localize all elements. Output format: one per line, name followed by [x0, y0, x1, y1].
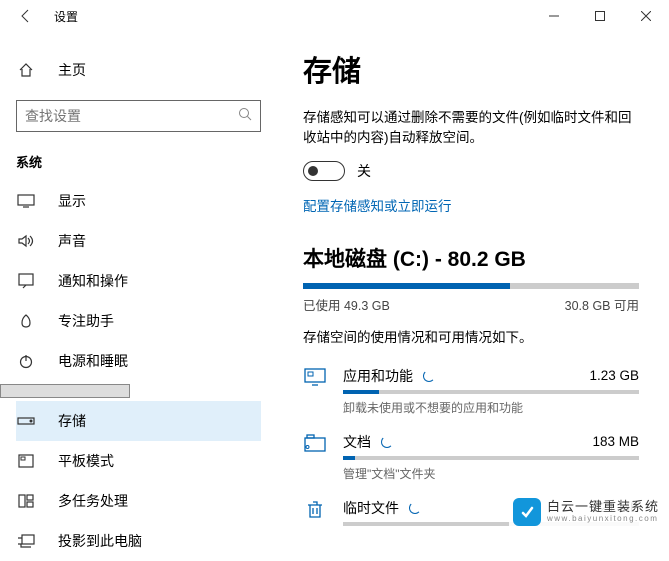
focus-icon	[16, 313, 36, 329]
nav-notifications[interactable]: 通知和操作	[16, 261, 261, 301]
toggle-label: 关	[357, 161, 371, 181]
page-title: 存储	[303, 48, 639, 90]
main-content: 存储 存储感知可以通过删除不需要的文件(例如临时文件和回收站中的内容)自动释放空…	[277, 32, 669, 532]
redacted-item	[0, 384, 130, 398]
sound-icon	[16, 234, 36, 248]
home-icon	[16, 62, 36, 78]
minimize-button[interactable]	[531, 0, 577, 32]
storage-sense-toggle[interactable]	[303, 161, 345, 181]
sidebar-section-header: 系统	[16, 148, 261, 175]
nav-sound[interactable]: 声音	[16, 221, 261, 261]
nav-storage[interactable]: 存储	[16, 401, 261, 441]
nav-tablet[interactable]: 平板模式	[16, 441, 261, 481]
nav-project[interactable]: 投影到此电脑	[16, 521, 261, 561]
watermark-logo	[513, 498, 541, 526]
watermark: 白云一键重装系统 www.baiyunxitong.com	[509, 496, 663, 528]
disk-usage-bar	[303, 283, 639, 289]
disk-title: 本地磁盘 (C:) - 80.2 GB	[303, 243, 639, 273]
multitask-icon	[16, 494, 36, 508]
nav-multitask[interactable]: 多任务处理	[16, 481, 261, 521]
power-icon	[16, 353, 36, 369]
tablet-icon	[16, 454, 36, 468]
trash-icon	[303, 498, 327, 520]
usage-desc: 存储空间的使用情况和可用情况如下。	[303, 326, 639, 346]
loading-spinner	[409, 502, 421, 514]
used-label: 已使用 49.3 GB	[303, 295, 390, 314]
category-documents[interactable]: 文档183 MB 管理"文档"文件夹	[303, 426, 639, 492]
loading-spinner	[381, 436, 393, 448]
loading-spinner	[423, 370, 435, 382]
nav-display[interactable]: 显示	[16, 181, 261, 221]
category-apps[interactable]: 应用和功能1.23 GB 卸载未使用或不想要的应用和功能	[303, 360, 639, 426]
search-box[interactable]	[16, 100, 261, 132]
maximize-button[interactable]	[577, 0, 623, 32]
search-icon	[238, 107, 252, 126]
nav-focus[interactable]: 专注助手	[16, 301, 261, 341]
storage-sense-desc: 存储感知可以通过删除不需要的文件(例如临时文件和回收站中的内容)自动释放空间。	[303, 108, 639, 149]
storage-icon	[16, 415, 36, 427]
home-label: 主页	[58, 60, 86, 80]
project-icon	[16, 534, 36, 548]
notification-icon	[16, 273, 36, 289]
documents-icon	[303, 432, 327, 452]
apps-icon	[303, 366, 327, 386]
close-button[interactable]	[623, 0, 669, 32]
display-icon	[16, 194, 36, 208]
search-input[interactable]	[25, 108, 238, 124]
sidebar: 主页 系统 显示 声音 通知和操作 专注助手 电源和睡眠	[0, 32, 277, 532]
configure-link[interactable]: 配置存储感知或立即运行	[303, 195, 452, 215]
back-button[interactable]	[12, 2, 40, 30]
home-link[interactable]: 主页	[16, 52, 261, 88]
window-title: 设置	[54, 8, 78, 25]
nav-power[interactable]: 电源和睡眠	[16, 341, 261, 381]
free-label: 30.8 GB 可用	[565, 295, 639, 314]
